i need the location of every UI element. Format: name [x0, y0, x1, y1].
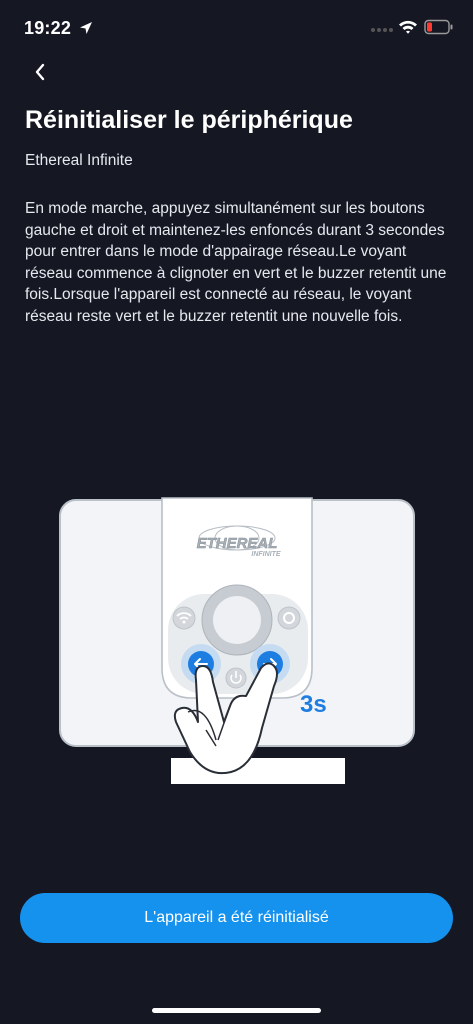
chevron-left-icon [35, 63, 45, 81]
dial-center [213, 596, 261, 644]
signal-icon [371, 28, 393, 32]
status-time: 19:22 [24, 18, 72, 38]
back-button[interactable] [26, 58, 54, 86]
status-bar: 19:22 [0, 0, 473, 56]
power-button-icon [225, 667, 247, 689]
page-title: Réinitialiser le périphérique [25, 106, 353, 134]
device-name: Ethereal Infinite [25, 152, 133, 169]
logo-text: ETHEREAL [197, 535, 278, 552]
device-reset-illustration: ETHEREAL INFINITE 3s [59, 497, 415, 784]
instructions-text: En mode marche, appuyez simultanément su… [25, 200, 447, 325]
battery-low-icon [424, 19, 453, 35]
refresh-button-icon [277, 606, 301, 630]
logo-subtext: INFINITE [251, 551, 280, 558]
location-arrow-icon [80, 22, 92, 34]
home-indicator [152, 1008, 321, 1013]
wifi-button-icon [172, 606, 196, 630]
wifi-icon [399, 20, 417, 34]
duration-label: 3s [300, 691, 327, 718]
device-reset-confirm-button[interactable]: L'appareil a été réinitialisé [20, 893, 453, 943]
